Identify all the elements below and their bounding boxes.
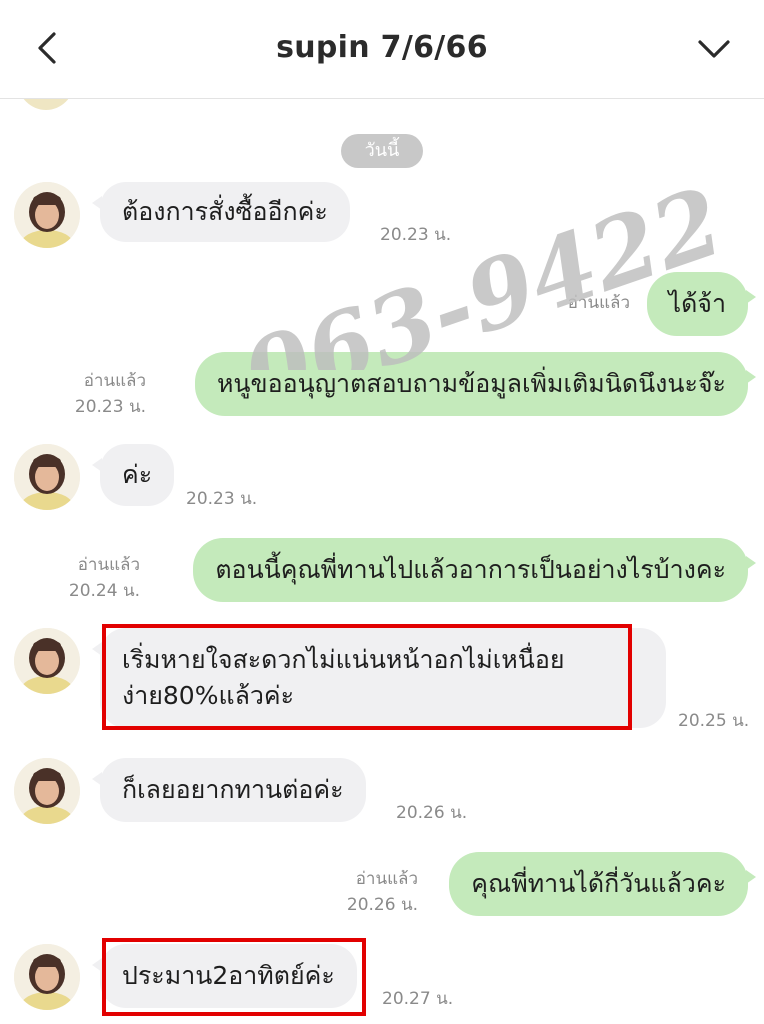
message-bubble-incoming[interactable]: ค่ะ	[91, 444, 175, 506]
message-bubble-outgoing[interactable]: ตอนนี้คุณพี่ทานไปแล้วอาการเป็นอย่างไรบ้า…	[193, 538, 756, 602]
avatar-photo	[14, 182, 80, 248]
avatar-photo	[14, 758, 80, 824]
date-separator: วันนี้	[341, 134, 423, 168]
read-receipt: อ่านแล้ว	[83, 371, 146, 391]
message-time: 20.25 น.	[678, 711, 750, 731]
message-time: 20.23 น.	[186, 489, 258, 509]
avatar[interactable]	[14, 944, 80, 1010]
avatar[interactable]	[14, 182, 80, 248]
message-text: ก็เลยอยากทานต่อค่ะ	[122, 775, 344, 804]
message-time: 20.23 น.	[74, 397, 146, 417]
message-time: 20.26 น.	[396, 803, 468, 823]
message-bubble-incoming[interactable]: เริ่มหายใจสะดวกไม่แน่นหน้าอกไม่เหนื่อย ง…	[92, 628, 666, 728]
avatar-photo	[14, 444, 80, 510]
chevron-down-icon	[698, 40, 730, 58]
avatar[interactable]	[14, 758, 80, 824]
chat-header: supin 7/6/66	[0, 0, 764, 99]
message-text: ประมาน2อาทิตย์ค่ะ	[122, 961, 335, 990]
message-text: ได้จ้า	[668, 289, 727, 318]
avatar-photo	[14, 944, 80, 1010]
message-text-line: เริ่มหายใจสะดวกไม่แน่นหน้าอกไม่เหนื่อย	[122, 645, 565, 674]
message-text: ต้องการสั่งซื้ออีกค่ะ	[122, 197, 328, 226]
read-receipt: อ่านแล้ว	[355, 869, 418, 889]
message-time: 20.27 น.	[382, 989, 454, 1009]
message-time: 20.26 น.	[346, 895, 418, 915]
message-text: ค่ะ	[122, 460, 153, 489]
message-bubble-outgoing[interactable]: ได้จ้า	[646, 272, 756, 336]
chat-title[interactable]: supin 7/6/66	[0, 30, 764, 65]
message-time: 20.23 น.	[380, 225, 452, 245]
avatar-photo	[14, 628, 80, 694]
avatar[interactable]	[14, 628, 80, 694]
message-bubble-incoming[interactable]: ประมาน2อาทิตย์ค่ะ	[92, 944, 357, 1008]
message-text: หนูขออนุญาตสอบถามข้อมูลเพิ่มเติมนิดนึงนะ…	[216, 369, 726, 398]
message-text-line: ง่าย80%แล้วค่ะ	[122, 681, 295, 710]
read-receipt: อ่านแล้ว	[77, 555, 140, 575]
message-bubble-outgoing[interactable]: คุณพี่ทานได้กี่วันแล้วคะ	[449, 852, 756, 916]
chat-screen: supin 7/6/66 วันนี้ ต้องการสั่งซื้ออีกค่…	[0, 0, 764, 1024]
read-receipt: อ่านแล้ว	[567, 293, 630, 313]
message-bubble-outgoing[interactable]: หนูขออนุญาตสอบถามข้อมูลเพิ่มเติมนิดนึงนะ…	[194, 352, 757, 416]
message-bubble-incoming[interactable]: ต้องการสั่งซื้ออีกค่ะ	[92, 182, 350, 242]
message-text: คุณพี่ทานได้กี่วันแล้วคะ	[471, 869, 726, 898]
avatar[interactable]	[14, 444, 80, 510]
message-time: 20.24 น.	[68, 581, 140, 601]
message-text: ตอนนี้คุณพี่ทานไปแล้วอาการเป็นอย่างไรบ้า…	[215, 555, 726, 584]
message-bubble-incoming[interactable]: ก็เลยอยากทานต่อค่ะ	[92, 758, 366, 822]
header-menu-button[interactable]	[694, 32, 734, 66]
